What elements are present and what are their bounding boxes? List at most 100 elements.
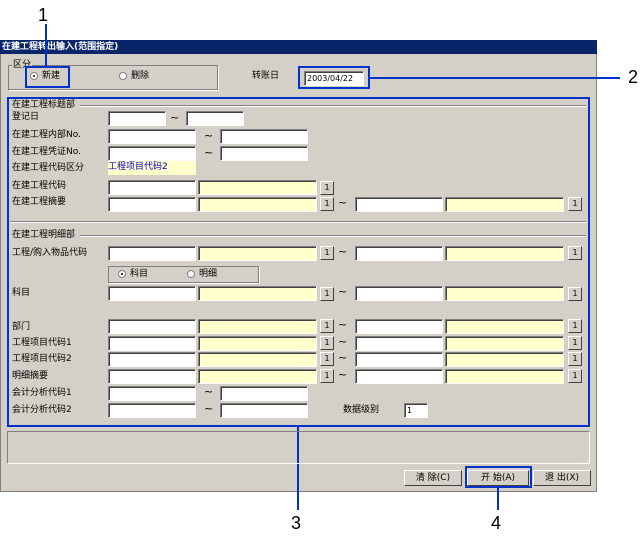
internal-no-to[interactable]	[220, 129, 308, 144]
dept-to-lookup-button[interactable]: 1	[568, 319, 582, 333]
callout-line-4	[497, 488, 499, 510]
proj2-label: 工程项目代码2	[12, 354, 72, 364]
code-kubun-value[interactable]: 工程项目代码2	[108, 161, 196, 175]
detail-summary-from[interactable]	[108, 369, 196, 384]
account-to-name	[445, 286, 564, 301]
item-code-from-name	[198, 246, 317, 261]
dept-to-name	[445, 319, 564, 334]
transfer-date-label: 转账日	[252, 71, 280, 81]
radio-account[interactable]	[118, 270, 126, 278]
analysis2-label: 会计分析代码2	[12, 405, 72, 415]
summary-to[interactable]	[355, 197, 443, 212]
item-code-to-name	[445, 246, 564, 261]
header-section-separator	[80, 105, 586, 107]
code-input[interactable]	[108, 180, 196, 195]
summary-from-lookup-button[interactable]: 1	[320, 197, 334, 211]
reg-date-from[interactable]	[108, 111, 166, 126]
item-code-to[interactable]	[355, 246, 443, 261]
internal-no-from[interactable]	[108, 129, 196, 144]
proj2-from-name	[198, 352, 317, 367]
proj2-to-lookup-button[interactable]: 1	[568, 352, 582, 366]
highlight-kubun	[25, 66, 70, 88]
item-code-to-lookup-button[interactable]: 1	[568, 246, 582, 260]
detail-section-separator	[80, 235, 586, 237]
analysis2-from[interactable]	[108, 403, 196, 418]
clear-button[interactable]: 清 除(C)	[404, 470, 462, 486]
item-code-from[interactable]	[108, 246, 196, 261]
range-tilde: ~	[170, 111, 180, 124]
dept-from-lookup-button[interactable]: 1	[320, 319, 334, 333]
callout-2: 2	[628, 67, 639, 87]
summary-to-name	[445, 197, 564, 212]
voucher-no-from[interactable]	[108, 146, 196, 161]
highlight-transfer-date	[298, 66, 370, 89]
callout-line-1	[45, 24, 47, 67]
radio-delete[interactable]	[119, 72, 127, 80]
range-tilde: ~	[338, 245, 348, 258]
detail-section-title: 在建工程明细部	[12, 230, 76, 240]
reg-date-to[interactable]	[186, 111, 244, 126]
detail-summary-from-lookup-button[interactable]: 1	[320, 369, 334, 383]
detail-summary-label: 明细摘要	[12, 371, 49, 381]
start-button[interactable]: 开 始(A)	[467, 470, 529, 486]
voucher-no-label: 在建工程凭证No.	[12, 147, 81, 157]
dept-to[interactable]	[355, 319, 443, 334]
callout-1: 1	[38, 5, 49, 25]
voucher-no-to[interactable]	[220, 146, 308, 161]
range-tilde: ~	[338, 335, 348, 348]
detail-summary-to-name	[445, 369, 564, 384]
analysis1-label: 会计分析代码1	[12, 388, 72, 398]
account-to[interactable]	[355, 286, 443, 301]
callout-4: 4	[491, 513, 502, 533]
callout-3: 3	[291, 513, 302, 533]
exit-button[interactable]: 退 出(X)	[533, 470, 591, 486]
proj2-from-lookup-button[interactable]: 1	[320, 352, 334, 366]
proj1-to-lookup-button[interactable]: 1	[568, 336, 582, 350]
account-to-lookup-button[interactable]: 1	[568, 287, 582, 301]
detail-summary-from-name	[198, 369, 317, 384]
summary-from-name	[198, 197, 317, 212]
callout-line-2	[370, 77, 620, 79]
proj1-to[interactable]	[355, 336, 443, 351]
proj2-from[interactable]	[108, 352, 196, 367]
dept-from-name	[198, 319, 317, 334]
radio-account-label[interactable]: 科目	[130, 268, 148, 280]
analysis2-to[interactable]	[220, 403, 308, 418]
proj2-to[interactable]	[355, 352, 443, 367]
reg-date-label: 登记日	[12, 112, 40, 122]
radio-account-indicator[interactable]	[118, 270, 126, 278]
analysis1-to[interactable]	[220, 386, 308, 401]
account-from-lookup-button[interactable]: 1	[320, 287, 334, 301]
code-label: 在建工程代码	[12, 181, 67, 191]
summary-to-lookup-button[interactable]: 1	[568, 197, 582, 211]
code-lookup-button[interactable]: 1	[320, 181, 334, 195]
range-tilde: ~	[204, 146, 214, 159]
analysis1-from[interactable]	[108, 386, 196, 401]
radio-delete-indicator[interactable]	[119, 72, 127, 80]
account-from[interactable]	[108, 286, 196, 301]
dept-label: 部门	[12, 322, 31, 332]
proj1-label: 工程项目代码1	[12, 338, 72, 348]
detail-summary-to[interactable]	[355, 369, 443, 384]
radio-detail-indicator[interactable]	[187, 270, 195, 278]
proj1-from[interactable]	[108, 336, 196, 351]
range-tilde: ~	[338, 285, 348, 298]
proj1-from-lookup-button[interactable]: 1	[320, 336, 334, 350]
radio-delete-label[interactable]: 删除	[131, 70, 149, 82]
range-tilde: ~	[204, 129, 214, 142]
proj2-to-name	[445, 352, 564, 367]
code-kubun-label: 在建工程代码区分	[12, 163, 85, 173]
radio-detail[interactable]	[187, 270, 195, 278]
internal-no-label: 在建工程内部No.	[12, 130, 81, 140]
code-name	[198, 180, 317, 195]
summary-from[interactable]	[108, 197, 196, 212]
range-tilde: ~	[204, 402, 214, 415]
item-code-from-lookup-button[interactable]: 1	[320, 246, 334, 260]
proj1-from-name	[198, 336, 317, 351]
data-level-label: 数据级别	[343, 405, 380, 415]
dept-from[interactable]	[108, 319, 196, 334]
data-level-input[interactable]: 1	[404, 403, 428, 418]
radio-detail-label[interactable]: 明细	[199, 268, 217, 280]
detail-summary-to-lookup-button[interactable]: 1	[568, 369, 582, 383]
summary-label: 在建工程摘要	[12, 197, 67, 207]
